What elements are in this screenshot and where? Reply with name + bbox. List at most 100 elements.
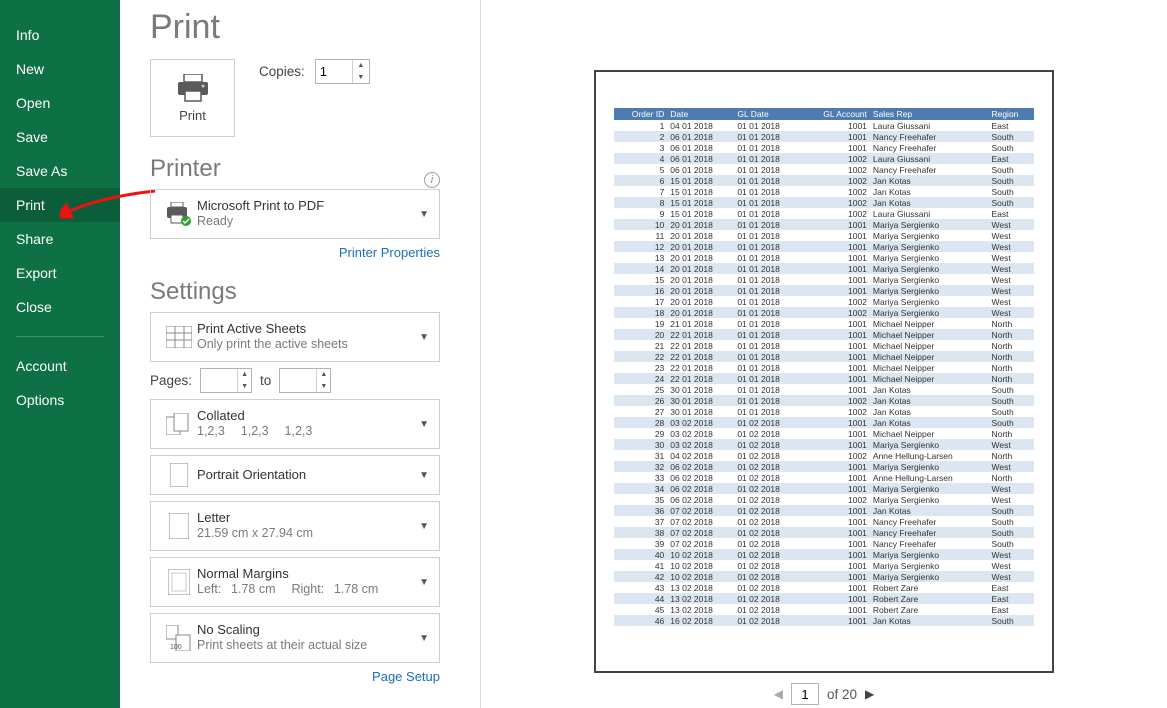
pages-to-label: to xyxy=(260,373,271,388)
menu-separator xyxy=(16,336,104,337)
table-row: 1520 01 201801 01 20181001Mariya Sergien… xyxy=(614,274,1034,285)
table-row: 2122 01 201801 01 20181001Michael Neippe… xyxy=(614,340,1034,351)
table-row: 3003 02 201801 02 20181001Mariya Sergien… xyxy=(614,439,1034,450)
prev-page-button[interactable]: ◀ xyxy=(774,687,783,701)
sidebar-item-info[interactable]: Info xyxy=(0,18,120,52)
table-row: 3406 02 201801 02 20181001Mariya Sergien… xyxy=(614,483,1034,494)
table-row: 306 01 201801 01 20181001Nancy Freehafer… xyxy=(614,142,1034,153)
table-row: 104 01 201801 01 20181001Laura GiussaniE… xyxy=(614,120,1034,131)
printer-status: Ready xyxy=(197,214,419,230)
table-row: 3306 02 201801 02 20181001Anne Hellung-L… xyxy=(614,472,1034,483)
table-row: 1620 01 201801 01 20181001Mariya Sergien… xyxy=(614,285,1034,296)
pages-from-input[interactable] xyxy=(201,369,237,392)
papersize-dropdown[interactable]: Letter21.59 cm x 27.94 cm ▼ xyxy=(150,501,440,551)
collated-icon xyxy=(161,413,197,435)
scaling-dropdown[interactable]: 100 No ScalingPrint sheets at their actu… xyxy=(150,613,440,663)
table-row: 2422 01 201801 01 20181001Michael Neippe… xyxy=(614,373,1034,384)
printer-dropdown[interactable]: Microsoft Print to PDF Ready ▼ xyxy=(150,189,440,239)
table-row: 406 01 201801 01 20181002Laura GiussaniE… xyxy=(614,153,1034,164)
papersize-sub: 21.59 cm x 27.94 cm xyxy=(197,526,419,542)
papersize-title: Letter xyxy=(197,510,419,526)
table-row: 2530 01 201801 01 20181001Jan KotasSouth xyxy=(614,384,1034,395)
table-row: 3807 02 201801 02 20181001Nancy Freehafe… xyxy=(614,527,1034,538)
table-row: 715 01 201801 01 20181002Jan KotasSouth xyxy=(614,186,1034,197)
table-row: 1020 01 201801 01 20181001Mariya Sergien… xyxy=(614,219,1034,230)
sidebar-item-open[interactable]: Open xyxy=(0,86,120,120)
collation-dropdown[interactable]: Collated1,2,3 1,2,3 1,2,3 ▼ xyxy=(150,399,440,449)
pages-to-spinner[interactable]: ▲▼ xyxy=(279,368,331,393)
table-row: 1921 01 201801 01 20181001Michael Neippe… xyxy=(614,318,1034,329)
margins-title: Normal Margins xyxy=(197,566,419,582)
scaling-sub: Print sheets at their actual size xyxy=(197,638,419,654)
chevron-down-icon: ▼ xyxy=(419,332,429,343)
table-row: 2903 02 201801 02 20181001Michael Neippe… xyxy=(614,428,1034,439)
table-row: 4413 02 201801 02 20181001Robert ZareEas… xyxy=(614,593,1034,604)
chevron-down-icon: ▼ xyxy=(419,419,429,430)
table-row: 615 01 201801 01 20181002Jan KotasSouth xyxy=(614,175,1034,186)
pages-from-spinner[interactable]: ▲▼ xyxy=(200,368,252,393)
sidebar-item-new[interactable]: New xyxy=(0,52,120,86)
table-row: 2322 01 201801 01 20181001Michael Neippe… xyxy=(614,362,1034,373)
table-row: 4616 02 201801 02 20181001Jan KotasSouth xyxy=(614,615,1034,626)
table-row: 1120 01 201801 01 20181001Mariya Sergien… xyxy=(614,230,1034,241)
orientation-dropdown[interactable]: Portrait Orientation ▼ xyxy=(150,455,440,495)
sidebar-item-options[interactable]: Options xyxy=(0,383,120,417)
current-page-input[interactable] xyxy=(791,683,819,705)
printer-name: Microsoft Print to PDF xyxy=(197,198,419,214)
table-row: 3104 02 201801 02 20181002Anne Hellung-L… xyxy=(614,450,1034,461)
spin-down-icon[interactable]: ▼ xyxy=(353,72,369,84)
print-what-dropdown[interactable]: Print Active SheetsOnly print the active… xyxy=(150,312,440,362)
table-row: 1720 01 201801 01 20181002Mariya Sergien… xyxy=(614,296,1034,307)
table-row: 206 01 201801 01 20181001Nancy Freehafer… xyxy=(614,131,1034,142)
table-row: 1220 01 201801 01 20181001Mariya Sergien… xyxy=(614,241,1034,252)
copies-spinner[interactable]: ▲▼ xyxy=(315,59,370,84)
table-row: 4210 02 201801 02 20181001Mariya Sergien… xyxy=(614,571,1034,582)
sidebar-item-share[interactable]: Share xyxy=(0,222,120,256)
table-row: 2803 02 201801 02 20181001Jan KotasSouth xyxy=(614,417,1034,428)
print-preview-page: Order IDDateGL DateGL AccountSales RepRe… xyxy=(594,70,1054,673)
table-row: 2222 01 201801 01 20181001Michael Neippe… xyxy=(614,351,1034,362)
table-row: 3907 02 201801 02 20181001Nancy Freehafe… xyxy=(614,538,1034,549)
sidebar-item-save-as[interactable]: Save As xyxy=(0,154,120,188)
table-row: 2630 01 201801 01 20181002Jan KotasSouth xyxy=(614,395,1034,406)
info-icon[interactable]: i xyxy=(424,172,440,188)
printer-properties-link[interactable]: Printer Properties xyxy=(150,245,440,260)
spin-up-icon[interactable]: ▲ xyxy=(353,60,369,72)
page-setup-link[interactable]: Page Setup xyxy=(150,669,440,684)
sidebar-item-export[interactable]: Export xyxy=(0,256,120,290)
printer-section-title: Printer xyxy=(150,155,440,183)
margins-dropdown[interactable]: Normal MarginsLeft: 1.78 cm Right: 1.78 … xyxy=(150,557,440,607)
page-icon xyxy=(161,513,197,539)
chevron-down-icon: ▼ xyxy=(419,470,429,481)
print-button[interactable]: Print xyxy=(150,59,235,137)
sidebar-item-close[interactable]: Close xyxy=(0,290,120,324)
table-row: 1420 01 201801 01 20181001Mariya Sergien… xyxy=(614,263,1034,274)
copies-input[interactable] xyxy=(316,60,352,83)
page-title: Print xyxy=(150,8,440,47)
table-row: 3506 02 201801 02 20181002Mariya Sergien… xyxy=(614,494,1034,505)
table-row: 4513 02 201801 02 20181001Robert ZareEas… xyxy=(614,604,1034,615)
table-row: 2022 01 201801 01 20181001Michael Neippe… xyxy=(614,329,1034,340)
chevron-down-icon: ▼ xyxy=(419,521,429,532)
total-pages-label: of 20 xyxy=(827,687,857,702)
printer-status-icon xyxy=(161,202,197,226)
table-row: 4010 02 201801 02 20181001Mariya Sergien… xyxy=(614,549,1034,560)
orientation-title: Portrait Orientation xyxy=(197,467,419,483)
sidebar-item-print[interactable]: Print xyxy=(0,188,120,222)
svg-text:100: 100 xyxy=(170,644,182,651)
table-row: 2730 01 201801 01 20181002Jan KotasSouth xyxy=(614,406,1034,417)
table-row: 1320 01 201801 01 20181001Mariya Sergien… xyxy=(614,252,1034,263)
collation-sub: 1,2,3 1,2,3 1,2,3 xyxy=(197,424,419,440)
print-what-sub: Only print the active sheets xyxy=(197,337,419,353)
sidebar-item-save[interactable]: Save xyxy=(0,120,120,154)
portrait-icon xyxy=(161,463,197,487)
sidebar-item-account[interactable]: Account xyxy=(0,349,120,383)
next-page-button[interactable]: ▶ xyxy=(865,687,874,701)
collation-title: Collated xyxy=(197,408,419,424)
table-row: 3707 02 201801 02 20181001Nancy Freehafe… xyxy=(614,516,1034,527)
settings-section-title: Settings xyxy=(150,278,440,306)
table-row: 4313 02 201801 02 20181001Robert ZareEas… xyxy=(614,582,1034,593)
printer-icon xyxy=(176,74,210,102)
pages-to-input[interactable] xyxy=(280,369,316,392)
table-row: 3607 02 201801 02 20181001Jan KotasSouth xyxy=(614,505,1034,516)
